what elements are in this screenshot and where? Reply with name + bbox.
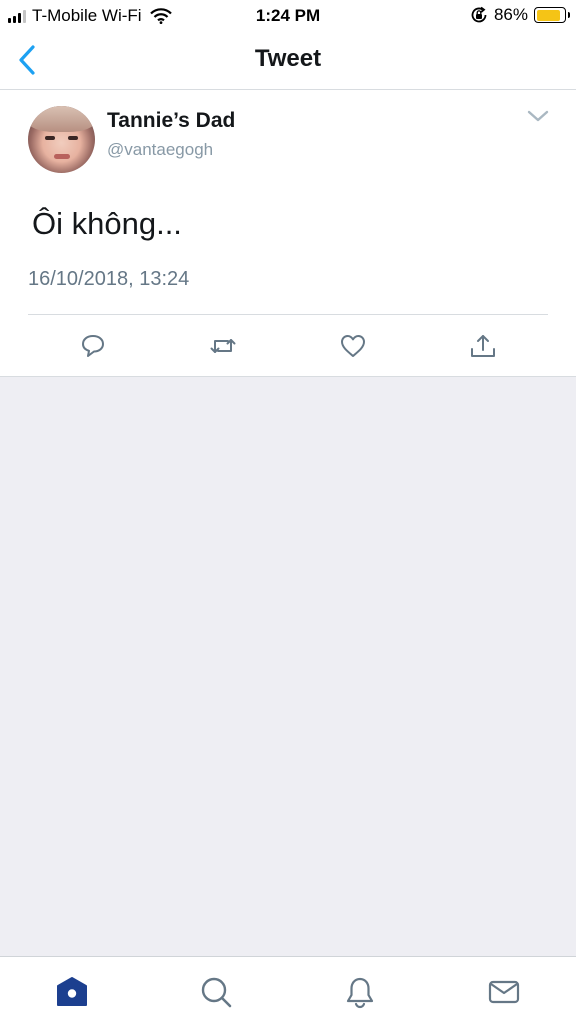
avatar-hair bbox=[28, 106, 95, 132]
tweet-text: Ôi không... bbox=[32, 206, 182, 241]
status-right: 86% bbox=[470, 5, 570, 25]
search-icon[interactable] bbox=[199, 975, 233, 1009]
battery-percent: 86% bbox=[493, 5, 528, 24]
page-title: Tweet bbox=[254, 45, 322, 72]
tweet-detail: Tannie’s Dad @vantaegogh Ôi không... 16/… bbox=[0, 90, 576, 377]
rotation-lock-icon bbox=[471, 6, 487, 23]
divider bbox=[28, 314, 548, 315]
retweet-icon[interactable] bbox=[209, 332, 237, 360]
home-icon[interactable] bbox=[55, 975, 89, 1009]
notifications-icon[interactable] bbox=[343, 975, 377, 1009]
avatar-mouth bbox=[54, 154, 70, 159]
battery-icon bbox=[534, 7, 570, 23]
messages-icon[interactable] bbox=[487, 975, 521, 1009]
battery-level bbox=[536, 9, 560, 21]
tab-bar bbox=[0, 956, 576, 1024]
avatar-eye-right bbox=[68, 136, 78, 140]
reply-icon[interactable] bbox=[79, 332, 107, 360]
chevron-down-icon[interactable] bbox=[526, 108, 550, 124]
avatar-eye-left bbox=[45, 136, 55, 140]
nav-header: Tweet bbox=[0, 30, 576, 90]
like-icon[interactable] bbox=[339, 332, 367, 360]
avatar[interactable] bbox=[28, 106, 95, 173]
tweet-timestamp: 16/10/2018, 13:24 bbox=[28, 268, 190, 290]
author-name[interactable]: Tannie’s Dad bbox=[107, 109, 235, 133]
status-bar: T-Mobile Wi-Fi 1:24 PM 86% bbox=[0, 0, 576, 30]
author-handle[interactable]: @vantaegogh bbox=[107, 140, 213, 160]
share-icon[interactable] bbox=[469, 332, 497, 360]
